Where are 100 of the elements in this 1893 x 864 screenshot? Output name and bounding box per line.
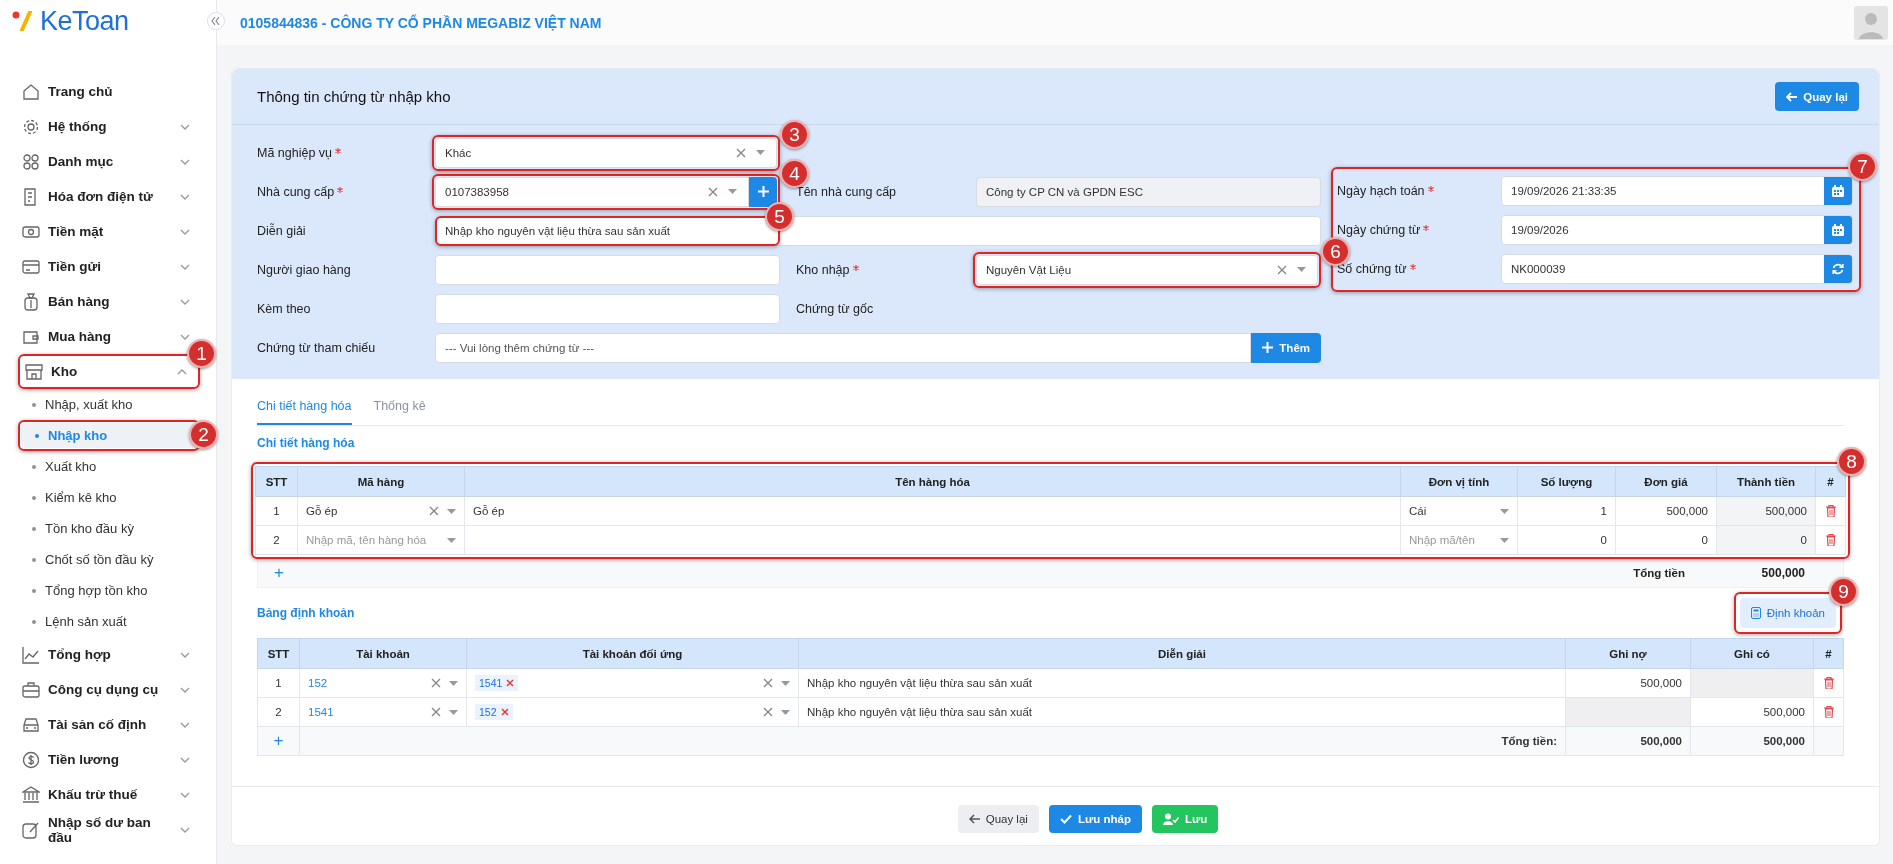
caret-icon[interactable] <box>449 709 458 715</box>
user-check-icon <box>1162 813 1179 825</box>
sidebar-subitem[interactable]: Lệnh sản xuất <box>18 606 200 637</box>
toolbox-icon <box>22 680 40 699</box>
column-header: Đơn vị tính <box>1400 466 1518 497</box>
add-button[interactable]: Thêm <box>1251 332 1321 363</box>
input-field[interactable] <box>435 254 780 285</box>
section-title: Bảng định khoản <box>257 606 355 620</box>
callout-badge: 9 <box>1829 577 1858 606</box>
sidebar-item[interactable]: Nhập số dư ban đầu <box>18 812 200 847</box>
sidebar-item[interactable]: Công cụ dụng cụ <box>18 672 200 707</box>
table-cell: 0 <box>1615 525 1717 555</box>
table-cell: 0 <box>1517 525 1616 555</box>
trash-icon[interactable] <box>1825 505 1836 517</box>
table-cell: 500,000 <box>1565 668 1691 698</box>
sidebar-item[interactable]: Trang chủ <box>18 74 200 109</box>
remove-icon[interactable] <box>506 679 515 687</box>
home-icon <box>22 82 40 101</box>
table-cell: 1 <box>1517 496 1616 526</box>
sidebar-subitem[interactable]: Kiểm kê kho <box>18 482 200 513</box>
clear-icon <box>431 707 441 717</box>
back-button[interactable]: Quay lại <box>1775 82 1859 111</box>
sidebar-subitem[interactable]: Chốt số tồn đầu kỳ <box>18 544 200 575</box>
caret-icon[interactable] <box>781 709 790 715</box>
table-cell: 2 <box>257 697 300 727</box>
tab[interactable]: Chi tiết hàng hóa <box>257 391 352 425</box>
sidebar-item[interactable]: Khấu trừ thuế <box>18 777 200 812</box>
total-label: Tổng tiền <box>1633 567 1685 579</box>
calendar-icon[interactable] <box>1832 184 1844 197</box>
trash-icon[interactable] <box>1823 677 1834 689</box>
sidebar-item[interactable]: Tiền lương <box>18 742 200 777</box>
input-field[interactable]: 19/09/2026 21:33:35 <box>1501 175 1853 206</box>
remove-icon[interactable] <box>500 708 509 716</box>
trash-icon[interactable] <box>1823 706 1834 718</box>
entry-button[interactable]: Định khoản <box>1739 598 1836 628</box>
required-icon <box>335 147 342 154</box>
table-cell: 1 <box>255 496 298 526</box>
sidebar-item[interactable]: Kho <box>21 357 197 386</box>
select-field[interactable]: Khác <box>435 137 777 168</box>
select-field[interactable]: Nguyên Vật Liệu <box>976 254 1318 285</box>
column-header: Tài khoản đối ứng <box>466 638 799 669</box>
column-header: Tài khoản <box>299 638 467 669</box>
sidebar-item[interactable]: Bán hàng <box>18 284 200 319</box>
table-cell: 2 <box>255 525 298 555</box>
chevron-icon <box>180 826 190 833</box>
sidebar-item[interactable]: Tiền mặt <box>18 214 200 249</box>
table-cell: Nhập kho nguyên vật liệu thừa sau sản xuất <box>798 697 1566 727</box>
field-label: Người giao hàng <box>257 262 351 277</box>
sidebar-subitem[interactable]: Nhập, xuất kho <box>18 389 200 420</box>
caret-icon[interactable] <box>447 537 456 543</box>
chevron-icon <box>180 193 190 200</box>
sidebar-item[interactable]: Danh mục <box>18 144 200 179</box>
input-field[interactable]: NK000039 <box>1501 253 1853 284</box>
caret-icon[interactable] <box>756 150 765 155</box>
callout-badge: 8 <box>1837 447 1866 476</box>
avatar-icon[interactable] <box>1854 5 1888 40</box>
input-field[interactable]: --- Vui lòng thêm chứng từ --- <box>435 332 1252 363</box>
total-value: 500,000 <box>1763 735 1805 747</box>
sidebar-item[interactable]: Hóa đơn điện tử <box>18 179 200 214</box>
total-label: Tổng tiền: <box>1501 735 1557 747</box>
sidebar-item[interactable]: Tài sản cố định <box>18 707 200 742</box>
add-button[interactable] <box>749 176 777 207</box>
chevron-icon <box>180 721 190 728</box>
save-draft-button[interactable]: Lưu nháp <box>1048 805 1142 833</box>
select-field[interactable]: 0107383958 <box>435 176 749 207</box>
sidebar-item[interactable]: Tiền gửi <box>18 249 200 284</box>
caret-icon[interactable] <box>1500 508 1509 514</box>
table-cell: 500,000 <box>1690 697 1814 727</box>
calendar-icon[interactable] <box>1832 223 1844 236</box>
caret-icon[interactable] <box>1297 267 1306 272</box>
table-cell: 500,000 <box>1716 496 1816 526</box>
card-icon <box>22 257 40 276</box>
sidebar-item[interactable]: Tổng hợp <box>18 637 200 672</box>
clear-icon <box>431 678 441 688</box>
refresh-icon[interactable] <box>1832 262 1844 275</box>
plus-icon <box>757 186 769 197</box>
grid-icon <box>22 152 40 171</box>
table-cell: Nhập kho nguyên vật liệu thừa sau sản xuất <box>798 668 1566 698</box>
sidebar-item[interactable]: Hệ thống <box>18 109 200 144</box>
input-field[interactable] <box>435 293 780 324</box>
sidebar-subitem[interactable]: Xuất kho <box>18 451 200 482</box>
back-button[interactable]: Quay lại <box>957 805 1039 833</box>
trash-icon[interactable] <box>1825 534 1836 546</box>
caret-icon[interactable] <box>447 508 456 514</box>
caret-icon[interactable] <box>781 680 790 686</box>
collapse-icon[interactable] <box>207 12 225 30</box>
field-label: Ngày chứng từ <box>1337 222 1421 237</box>
caret-icon[interactable] <box>728 189 737 194</box>
total-value: 500,000 <box>1640 735 1682 747</box>
sidebar-subitem[interactable]: Tồn kho đầu kỳ <box>18 513 200 544</box>
table-cell: 1 <box>257 668 300 698</box>
sidebar-subitem[interactable]: Tổng hợp tồn kho <box>18 575 200 606</box>
bank-icon <box>22 785 40 804</box>
table-cell: Gỗ ép <box>464 496 1401 526</box>
caret-icon[interactable] <box>449 680 458 686</box>
chevron-icon <box>180 228 190 235</box>
input-field[interactable]: 19/09/2026 <box>1501 214 1853 245</box>
chevron-icon <box>180 263 190 270</box>
company-name: 0105844836 - CÔNG TY CỔ PHẦN MEGABIZ VIỆT NAM <box>240 14 602 31</box>
caret-icon[interactable] <box>1500 537 1509 543</box>
